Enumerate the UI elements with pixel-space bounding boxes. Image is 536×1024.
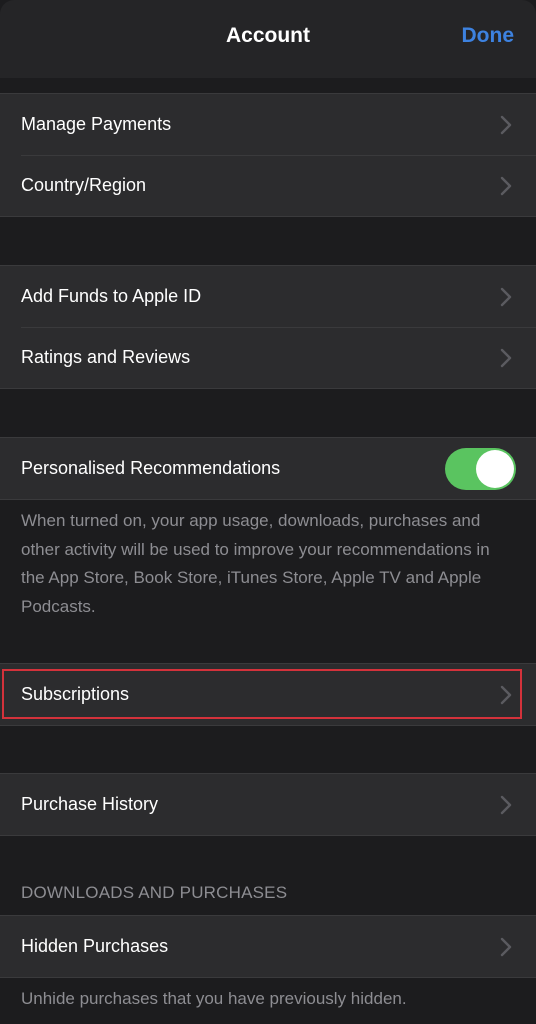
section-header-downloads: DOWNLOADS AND PURCHASES	[21, 883, 288, 902]
row-label: Ratings and Reviews	[21, 347, 191, 367]
recommendations-footer: When turned on, your app usage, download…	[21, 511, 490, 616]
recommendations-group: Personalised Recommendations	[0, 437, 536, 500]
chevron-right-icon	[500, 795, 512, 814]
row-label: Add Funds to Apple ID	[21, 286, 202, 306]
row-label: Country/Region	[21, 175, 147, 195]
page-title: Account	[226, 24, 310, 47]
row-label: Manage Payments	[21, 114, 172, 134]
row-label: Subscriptions	[21, 684, 130, 704]
chevron-right-icon	[500, 348, 512, 367]
chevron-right-icon	[500, 685, 512, 704]
row-label: Purchase History	[21, 794, 159, 814]
chevron-right-icon	[500, 176, 512, 195]
payments-group: Manage Payments Country/Region	[0, 93, 536, 217]
funds-group: Add Funds to Apple ID Ratings and Review…	[0, 265, 536, 389]
row-label: Personalised Recommendations	[21, 458, 281, 478]
personalised-recommendations-toggle[interactable]	[445, 447, 516, 490]
chevron-right-icon	[500, 115, 512, 134]
toggle-knob	[476, 449, 514, 488]
row-label: Hidden Purchases	[21, 936, 169, 956]
add-funds-row[interactable]: Add Funds to Apple ID	[0, 266, 536, 327]
downloads-group: Hidden Purchases	[0, 915, 536, 978]
navigation-bar: Account Done	[0, 0, 536, 78]
chevron-right-icon	[500, 287, 512, 306]
manage-payments-row[interactable]: Manage Payments	[0, 94, 536, 155]
chevron-right-icon	[500, 937, 512, 956]
country-region-row[interactable]: Country/Region	[0, 155, 536, 216]
subscriptions-row[interactable]: Subscriptions	[0, 664, 536, 725]
subscriptions-group: Subscriptions	[0, 663, 536, 726]
hidden-purchases-footer: Unhide purchases that you have previousl…	[21, 989, 407, 1008]
account-sheet: Account Done Manage Payments Country/Reg…	[0, 0, 536, 1024]
ratings-reviews-row[interactable]: Ratings and Reviews	[0, 327, 536, 388]
purchase-history-row[interactable]: Purchase History	[0, 774, 536, 835]
purchase-history-group: Purchase History	[0, 773, 536, 836]
hidden-purchases-row[interactable]: Hidden Purchases	[0, 916, 536, 977]
personalised-recommendations-row: Personalised Recommendations	[0, 438, 536, 499]
done-button[interactable]: Done	[462, 24, 515, 48]
